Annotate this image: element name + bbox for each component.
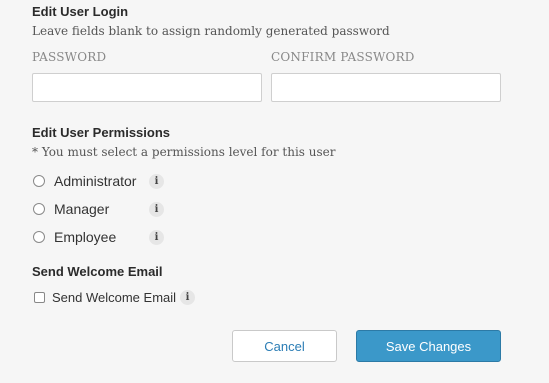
- welcome-email-option[interactable]: Send Welcome Email i: [34, 289, 196, 305]
- administrator-radio[interactable]: [33, 175, 45, 187]
- cancel-button[interactable]: Cancel: [232, 330, 337, 362]
- manager-label[interactable]: Manager: [54, 201, 149, 217]
- permission-option-administrator[interactable]: Administrator i: [33, 171, 164, 191]
- employee-radio[interactable]: [33, 231, 45, 243]
- welcome-email-label[interactable]: Send Welcome Email: [52, 290, 176, 305]
- password-label: PASSWORD: [32, 50, 107, 64]
- administrator-label[interactable]: Administrator: [54, 173, 149, 189]
- confirm-password-input[interactable]: [271, 73, 501, 102]
- manager-radio[interactable]: [33, 203, 45, 215]
- info-icon[interactable]: i: [149, 229, 164, 245]
- info-icon[interactable]: i: [149, 201, 164, 217]
- permissions-help-text: * You must select a permissions level fo…: [32, 145, 336, 159]
- login-section-title: Edit User Login: [32, 4, 129, 19]
- save-changes-button[interactable]: Save Changes: [356, 330, 501, 362]
- permissions-section-title: Edit User Permissions: [32, 125, 170, 140]
- permission-option-employee[interactable]: Employee i: [33, 227, 164, 247]
- password-input[interactable]: [32, 73, 262, 102]
- permission-option-manager[interactable]: Manager i: [33, 199, 164, 219]
- login-help-text: Leave fields blank to assign randomly ge…: [32, 24, 390, 38]
- info-icon[interactable]: i: [149, 173, 164, 189]
- info-icon[interactable]: i: [180, 289, 196, 305]
- welcome-section-title: Send Welcome Email: [32, 264, 163, 279]
- welcome-email-checkbox[interactable]: [34, 291, 45, 303]
- employee-label[interactable]: Employee: [54, 229, 149, 245]
- confirm-password-label: CONFIRM PASSWORD: [271, 50, 415, 64]
